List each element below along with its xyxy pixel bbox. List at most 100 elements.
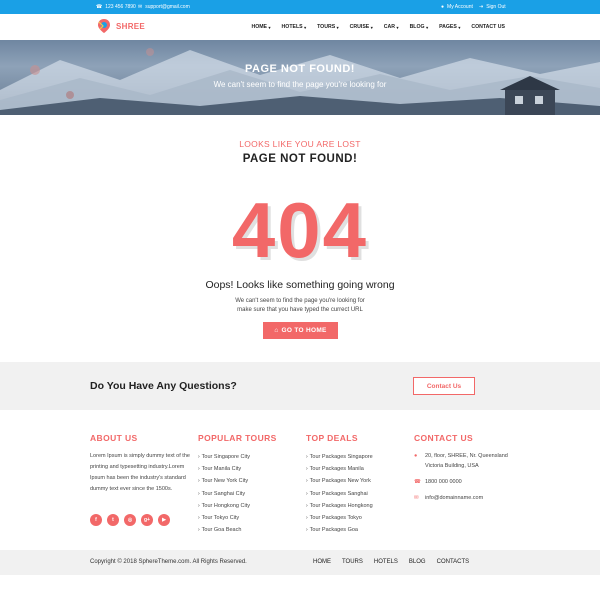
nav-item-car[interactable]: CAR ▾ (384, 24, 399, 30)
page-title: PAGE NOT FOUND! (242, 153, 358, 165)
social-links: f t ◎ g+ ▶ (90, 514, 170, 526)
facebook-icon[interactable]: f (90, 514, 102, 526)
phone-icon: ☎ (414, 479, 421, 485)
copyright-text: Copyright © 2018 SphereTheme.com. All Ri… (90, 559, 247, 565)
error-description: We can't seem to find the page you're lo… (0, 297, 600, 315)
hero-banner: PAGE NOT FOUND! We can't seem to find th… (0, 40, 600, 115)
envelope-icon: ✉ (414, 495, 419, 501)
topbar-phone[interactable]: ☎ 123 456 7890 (96, 4, 136, 10)
list-item[interactable]: › Tour Tokyo City (198, 512, 277, 524)
footer-contact: CONTACT US ● 20, floor, SHREE, Nr. Queen… (414, 433, 508, 509)
twitter-icon[interactable]: t (107, 514, 119, 526)
list-item[interactable]: › Tour Manila City (198, 463, 277, 475)
contact-email-text: info@domainname.com (425, 495, 484, 501)
list-item[interactable]: › Tour Singapore City (198, 451, 277, 463)
topbar-email-text: support@gmail.com (145, 4, 190, 10)
list-item[interactable]: › Tour Packages Sanghai (306, 488, 373, 500)
topbar-email[interactable]: ✉ support@gmail.com (138, 4, 190, 10)
my-account-link[interactable]: ● My Account (441, 4, 473, 10)
contact-phone[interactable]: ☎ 1800 000 0000 (414, 477, 508, 487)
nav-label: CONTACT US (471, 24, 505, 30)
error-message: Oops! Looks like something going wrong (205, 279, 395, 291)
caret-down-icon: ▾ (426, 24, 429, 30)
list-item[interactable]: › Tour New York City (198, 475, 277, 487)
nav-item-cruise[interactable]: CRUISE ▾ (350, 24, 373, 30)
caret-down-icon: ▾ (336, 24, 339, 30)
list-item[interactable]: › Tour Packages Manila (306, 463, 373, 475)
footer-about: ABOUT US Lorem Ipsum is simply dummy tex… (90, 433, 192, 495)
instagram-icon[interactable]: ◎ (124, 514, 136, 526)
site-header: SHREE HOME ▾ HOTELS ▾ TOURS ▾ CRUISE ▾ CAR ▾ … (0, 14, 600, 40)
caret-down-icon: ▾ (304, 24, 307, 30)
footer-about-title: ABOUT US (90, 433, 138, 443)
chevron-right-icon: › (306, 478, 308, 485)
list-item-label: Tour Packages Sanghai (309, 490, 368, 497)
nav-item-pages[interactable]: PAGES ▾ (439, 24, 460, 30)
address-line-2: Victoria Building, USA (425, 463, 479, 469)
map-marker-icon: ● (414, 453, 418, 459)
nav-label: HOTELS (281, 24, 303, 30)
list-item-label: Tour Hongkong City (201, 502, 250, 509)
contact-email[interactable]: ✉ info@domainname.com (414, 493, 508, 503)
google-plus-icon[interactable]: g+ (141, 514, 153, 526)
main-nav: HOME ▾ HOTELS ▾ TOURS ▾ CRUISE ▾ CAR ▾ BLOG ▾ … (251, 24, 505, 30)
list-item-label: Tour Manila City (201, 466, 242, 473)
list-item[interactable]: › Tour Packages New York (306, 475, 373, 487)
list-item[interactable]: › Tour Goa Beach (198, 524, 277, 536)
youtube-icon[interactable]: ▶ (158, 514, 170, 526)
list-item-label: Tour Packages Goa (309, 527, 358, 534)
logo-text: SHREE (116, 21, 146, 31)
bottom-bar: Copyright © 2018 SphereTheme.com. All Ri… (0, 550, 600, 575)
bottom-link-tours[interactable]: TOURS (342, 559, 363, 565)
chevron-right-icon: › (198, 502, 200, 509)
list-item[interactable]: › Tour Sanghai City (198, 488, 277, 500)
footer-popular-title: POPULAR TOURS (198, 433, 277, 443)
top-deals-list: › Tour Packages Singapore › Tour Packages … (306, 451, 373, 536)
hero-subtitle: We can't seem to find the page you're lo… (213, 80, 387, 89)
nav-label: CRUISE (349, 24, 370, 30)
bottom-link-hotels[interactable]: HOTELS (374, 559, 398, 565)
list-item[interactable]: › Tour Packages Goa (306, 524, 373, 536)
footer-popular-tours: POPULAR TOURS › Tour Singapore City › Tour… (198, 433, 277, 536)
list-item-label: Tour Packages Singapore (309, 454, 373, 460)
sign-out-link[interactable]: ⇥ Sign Out (479, 4, 506, 10)
nav-item-blog[interactable]: BLOG ▾ (410, 24, 429, 30)
contact-us-button[interactable]: Contact Us (413, 377, 475, 395)
chevron-right-icon: › (198, 454, 200, 460)
nav-item-tours[interactable]: TOURS ▾ (317, 24, 339, 30)
list-item[interactable]: › Tour Hongkong City (198, 500, 277, 512)
nav-label: PAGES (439, 24, 457, 30)
logo[interactable]: SHREE (96, 18, 145, 34)
contact-phone-text: 1800 000 0000 (425, 479, 462, 485)
sign-out-icon: ⇥ (479, 3, 484, 10)
bottom-link-contacts[interactable]: CONTACTS (437, 559, 470, 565)
list-item-label: Tour Sanghai City (201, 490, 246, 497)
list-item[interactable]: › Tour Packages Tokyo (306, 512, 373, 524)
chevron-right-icon: › (306, 466, 308, 473)
list-item[interactable]: › Tour Packages Hongkong (306, 500, 373, 512)
list-item-label: Tour Packages Manila (309, 466, 364, 473)
nav-label: TOURS (317, 24, 336, 30)
nav-item-contact-us[interactable]: CONTACT US (471, 24, 505, 30)
popular-tours-list: › Tour Singapore City › Tour Manila City ›… (198, 451, 277, 536)
nav-label: BLOG (409, 24, 425, 30)
hero-title: PAGE NOT FOUND! (245, 63, 355, 75)
user-icon: ● (441, 3, 445, 10)
envelope-icon: ✉ (138, 3, 143, 10)
list-item-label: Tour Packages Tokyo (309, 515, 362, 522)
list-item[interactable]: › Tour Packages Singapore (306, 451, 373, 463)
lost-heading: LOOKS LIKE YOU ARE LOST (239, 139, 361, 149)
chevron-right-icon: › (306, 502, 308, 509)
nav-item-home[interactable]: HOME ▾ (251, 24, 270, 30)
nav-label: HOME (251, 24, 268, 30)
bottom-link-blog[interactable]: BLOG (409, 559, 426, 565)
logo-icon (98, 19, 110, 33)
topbar-phone-text: 123 456 7890 (105, 4, 136, 10)
nav-item-hotels[interactable]: HOTELS ▾ (282, 24, 307, 30)
bottom-link-home[interactable]: HOME (313, 559, 331, 565)
go-to-home-button[interactable]: ⌂ GO TO HOME (263, 322, 338, 339)
list-item-label: Tour New York City (201, 478, 249, 485)
sign-out-label: Sign Out (486, 4, 506, 10)
nav-label: CAR (383, 24, 396, 30)
list-item-label: Tour Goa Beach (201, 527, 242, 534)
